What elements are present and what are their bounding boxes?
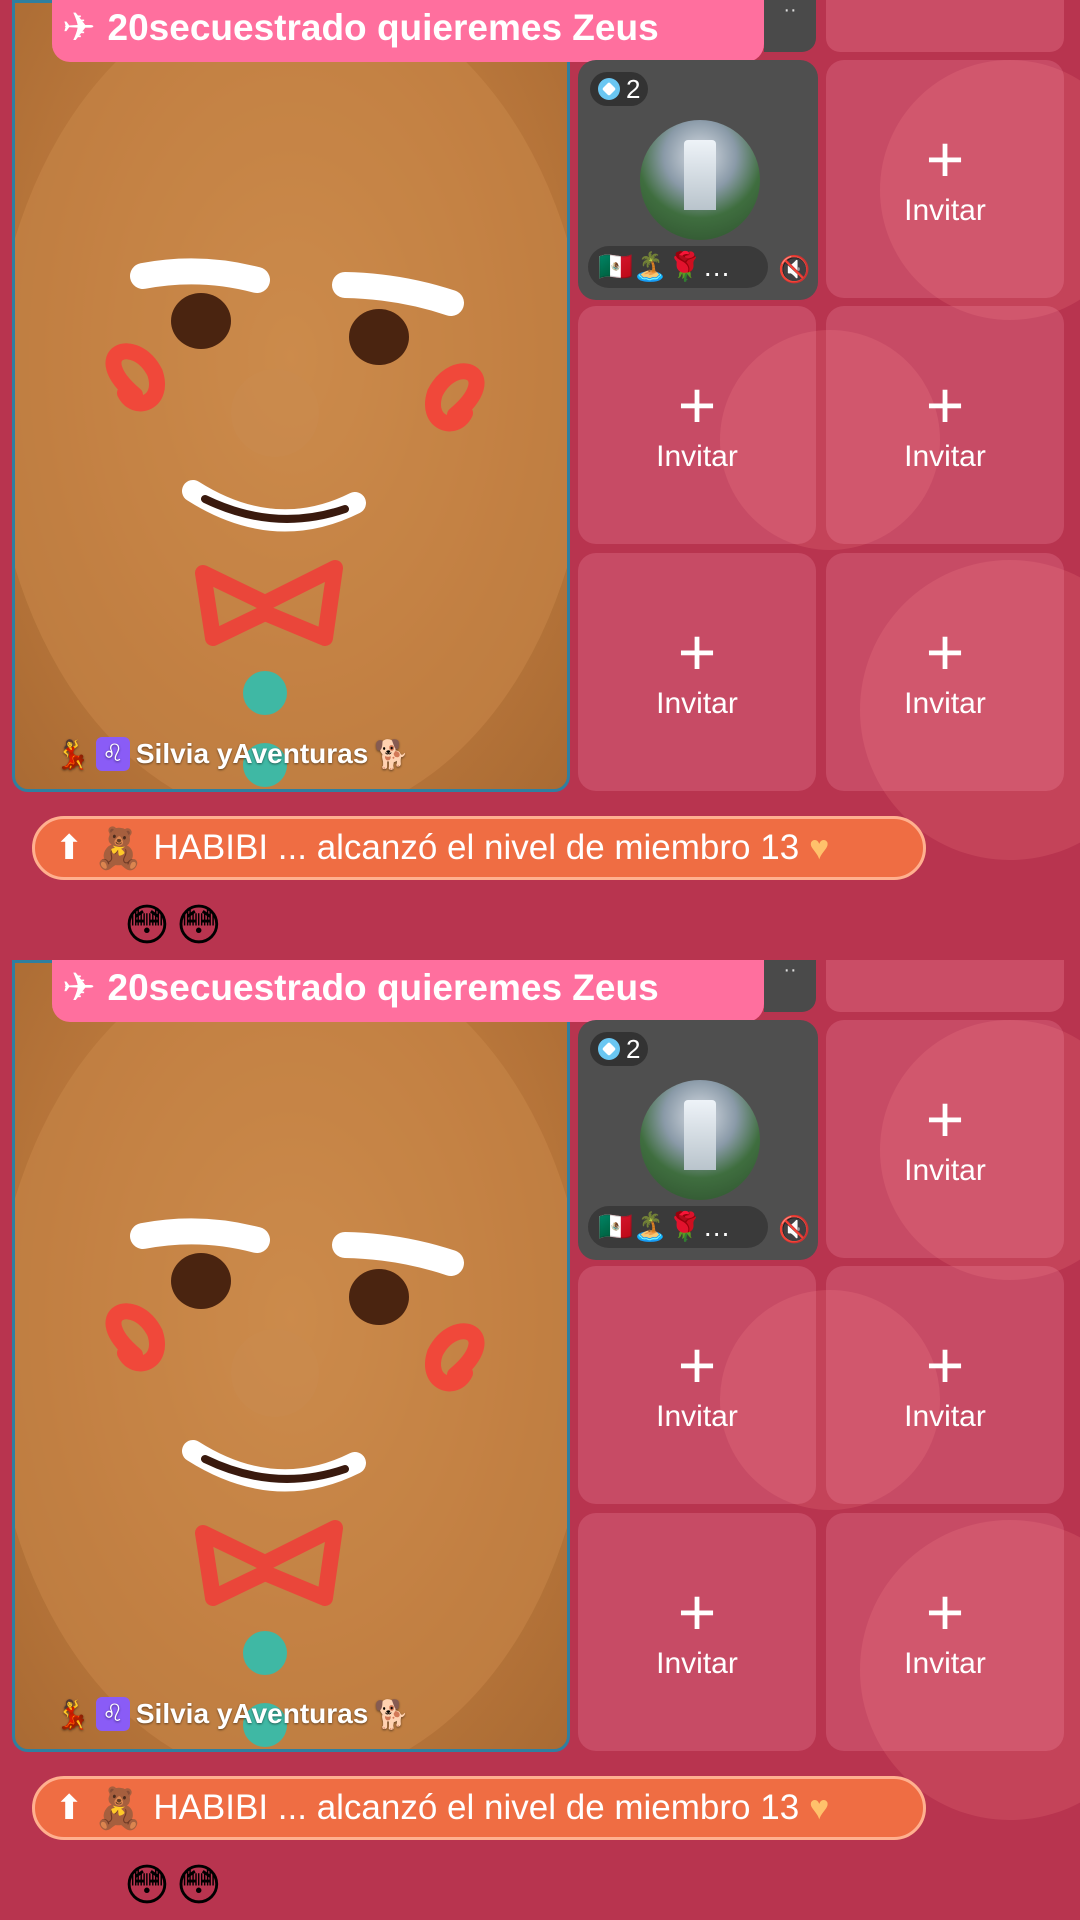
room-title-banner[interactable]: ✈ 20secuestrado quieremes Zeus xyxy=(52,960,764,1022)
plus-icon: + xyxy=(925,368,965,442)
leo-sign-icon: ♌ xyxy=(95,1697,130,1731)
invite-label: Invitar xyxy=(904,1647,986,1680)
mic-muted-icon: 🔇 xyxy=(778,1214,811,1244)
reaction-emojis: 😳😳 xyxy=(124,901,228,950)
gingerbread-face-image xyxy=(15,3,567,789)
host-name-text: Silvia yAventuras xyxy=(135,1698,369,1729)
arrow-up-icon: ⬆ xyxy=(55,1789,84,1827)
plus-icon: + xyxy=(925,615,965,689)
gem-icon xyxy=(598,1038,620,1060)
arrow-up-icon: ⬆ xyxy=(55,829,84,867)
host-name-label: 💃 ♌ Silvia yAventuras 🐕 xyxy=(55,737,409,771)
invite-seat-button[interactable]: + Invitar xyxy=(826,1513,1064,1751)
guest-level-badge: 2 xyxy=(590,1032,649,1066)
airplane-icon: ✈ xyxy=(62,6,96,50)
heart-emoji: ♥ xyxy=(809,828,830,867)
teddy-bear-emoji: 🧸 xyxy=(93,826,144,871)
plus-icon: + xyxy=(677,1328,717,1402)
plus-icon: + xyxy=(677,615,717,689)
invite-label: Invitar xyxy=(656,1400,738,1433)
room-title-text: 20secuestrado quieremes Zeus xyxy=(107,967,659,1008)
room-title-text: 20secuestrado quieremes Zeus xyxy=(107,7,659,48)
mic-muted-icon: 🔇 xyxy=(778,254,811,284)
level-up-notification: ⬆ 🧸 HABIBI ... alcanzó el nivel de miemb… xyxy=(32,1776,926,1840)
plus-icon: + xyxy=(925,122,965,196)
host-name-label: 💃 ♌ Silvia yAventuras 🐕 xyxy=(55,1697,409,1731)
guest-seat-tile[interactable]: 2 🇲🇽🏝️🌹… 🔇 xyxy=(578,1020,818,1260)
more-options-icon[interactable]: ·· xyxy=(764,960,816,1012)
invite-seat-button[interactable]: + Invitar xyxy=(826,60,1064,298)
room-panel-top: 💃 ♌ Silvia yAventuras 🐕 ✈ 20secuestrado … xyxy=(0,0,1080,960)
guest-level-badge: 2 xyxy=(590,72,649,106)
plus-icon: + xyxy=(925,1575,965,1649)
guest-level: 2 xyxy=(626,73,641,104)
host-video-tile[interactable]: 💃 ♌ Silvia yAventuras 🐕 xyxy=(12,960,570,1752)
plus-icon: + xyxy=(677,368,717,442)
avatar[interactable] xyxy=(640,1080,760,1200)
room-panel-bottom: 💃 ♌ Silvia yAventuras 🐕 ✈ 20secuestrado … xyxy=(0,960,1080,1920)
invite-label: Invitar xyxy=(904,687,986,720)
invite-seat-button[interactable]: + Invitar xyxy=(826,1020,1064,1258)
teddy-bear-emoji: 🧸 xyxy=(93,1786,144,1831)
invite-seat-button[interactable]: + Invitar xyxy=(826,1266,1064,1504)
dog-emoji: 🐕 xyxy=(374,738,410,770)
invite-label: Invitar xyxy=(656,1647,738,1680)
partial-seat-tile xyxy=(826,0,1064,52)
room-title-banner[interactable]: ✈ 20secuestrado quieremes Zeus xyxy=(52,0,764,62)
invite-label: Invitar xyxy=(904,1154,986,1187)
plus-icon: + xyxy=(677,1575,717,1649)
invite-seat-button[interactable]: + Invitar xyxy=(826,306,1064,544)
invite-seat-button[interactable]: + Invitar xyxy=(578,553,816,791)
guest-seat-tile[interactable]: 2 🇲🇽🏝️🌹… 🔇 xyxy=(578,60,818,300)
reaction-emojis: 😳😳 xyxy=(124,1861,228,1910)
airplane-icon: ✈ xyxy=(62,966,96,1010)
host-video-tile[interactable]: 💃 ♌ Silvia yAventuras 🐕 xyxy=(12,0,570,792)
invite-label: Invitar xyxy=(904,1400,986,1433)
guest-name-label: 🇲🇽🏝️🌹… xyxy=(588,1206,768,1248)
invite-seat-button[interactable]: + Invitar xyxy=(826,553,1064,791)
level-up-notification: ⬆ 🧸 HABIBI ... alcanzó el nivel de miemb… xyxy=(32,816,926,880)
dancer-emoji: 💃 xyxy=(55,1698,90,1730)
gingerbread-face-image xyxy=(15,963,567,1749)
heart-emoji: ♥ xyxy=(809,1788,830,1827)
guest-name-label: 🇲🇽🏝️🌹… xyxy=(588,246,768,288)
guest-level: 2 xyxy=(626,1033,641,1064)
invite-label: Invitar xyxy=(656,440,738,473)
invite-seat-button[interactable]: + Invitar xyxy=(578,1513,816,1751)
dancer-emoji: 💃 xyxy=(55,738,90,770)
partial-seat-tile xyxy=(826,960,1064,1012)
invite-seat-button[interactable]: + Invitar xyxy=(578,306,816,544)
avatar[interactable] xyxy=(640,120,760,240)
notification-text: HABIBI ... alcanzó el nivel de miembro 1… xyxy=(153,828,800,867)
gem-icon xyxy=(598,78,620,100)
invite-label: Invitar xyxy=(904,440,986,473)
invite-label: Invitar xyxy=(656,687,738,720)
more-options-icon[interactable]: ·· xyxy=(764,0,816,52)
dog-emoji: 🐕 xyxy=(374,1698,410,1730)
plus-icon: + xyxy=(925,1328,965,1402)
host-name-text: Silvia yAventuras xyxy=(135,738,369,769)
plus-icon: + xyxy=(925,1082,965,1156)
leo-sign-icon: ♌ xyxy=(95,737,130,771)
invite-label: Invitar xyxy=(904,194,986,227)
invite-seat-button[interactable]: + Invitar xyxy=(578,1266,816,1504)
notification-text: HABIBI ... alcanzó el nivel de miembro 1… xyxy=(153,1788,800,1827)
